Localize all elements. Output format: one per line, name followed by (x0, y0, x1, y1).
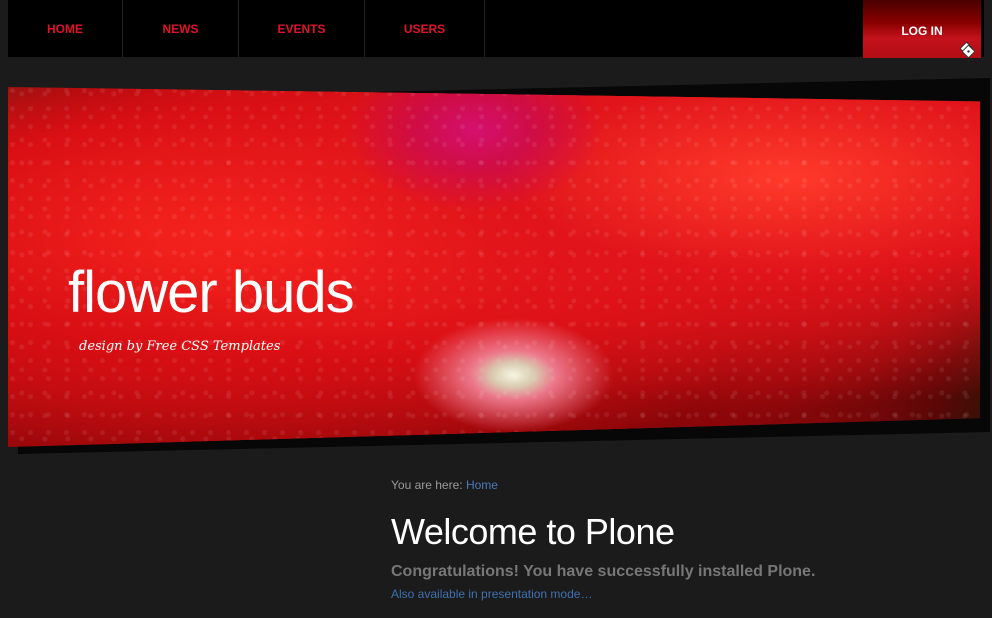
presentation-mode-link[interactable]: Also available in presentation mode… (391, 587, 592, 601)
nav-item-news[interactable]: NEWS (123, 0, 239, 57)
breadcrumb-prefix: You are here: (391, 478, 463, 492)
top-navigation: HOME NEWS EVENTS USERS LOG IN (8, 0, 984, 58)
site-title: flower buds (68, 260, 355, 325)
nav-item-label: EVENTS (277, 21, 326, 36)
nav-item-label: NEWS (162, 21, 199, 36)
login-label: LOG IN (901, 24, 943, 38)
nav-item-label: HOME (47, 21, 83, 36)
page-description: Congratulations! You have successfully i… (391, 563, 816, 580)
nav-item-users[interactable]: USERS (365, 0, 485, 57)
breadcrumb: You are here: Home (391, 478, 498, 492)
page-title: Welcome to Plone (391, 511, 675, 552)
nav-item-label: USERS (403, 21, 446, 36)
breadcrumb-home-link[interactable]: Home (466, 478, 498, 492)
nav-item-home[interactable]: HOME (8, 0, 123, 57)
login-button[interactable]: LOG IN (863, 0, 981, 58)
site-subtitle: design by Free CSS Templates (79, 339, 281, 354)
nav-item-events[interactable]: EVENTS (239, 0, 365, 57)
login-key-icon (959, 42, 975, 58)
